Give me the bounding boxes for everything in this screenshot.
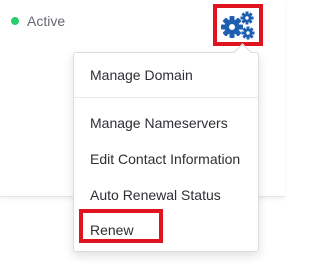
settings-dropdown-menu: Manage Domain Manage Nameservers Edit Co…	[73, 43, 259, 252]
status-indicator: Active	[11, 13, 65, 29]
menu-item-manage-nameservers[interactable]: Manage Nameservers	[90, 115, 228, 131]
menu-item-auto-renewal-status[interactable]: Auto Renewal Status	[90, 187, 221, 203]
menu-item-manage-domain[interactable]: Manage Domain	[90, 67, 193, 83]
settings-gear-button[interactable]	[213, 4, 263, 46]
status-dot-icon	[11, 17, 19, 25]
menu-item-renew[interactable]: Renew	[90, 222, 134, 238]
domain-page: Active Manage Domain Manage Nameservers …	[0, 0, 285, 268]
menu-divider	[74, 97, 258, 98]
gears-icon	[221, 11, 255, 40]
menu-item-edit-contact-information[interactable]: Edit Contact Information	[90, 151, 240, 167]
status-text: Active	[27, 13, 66, 29]
